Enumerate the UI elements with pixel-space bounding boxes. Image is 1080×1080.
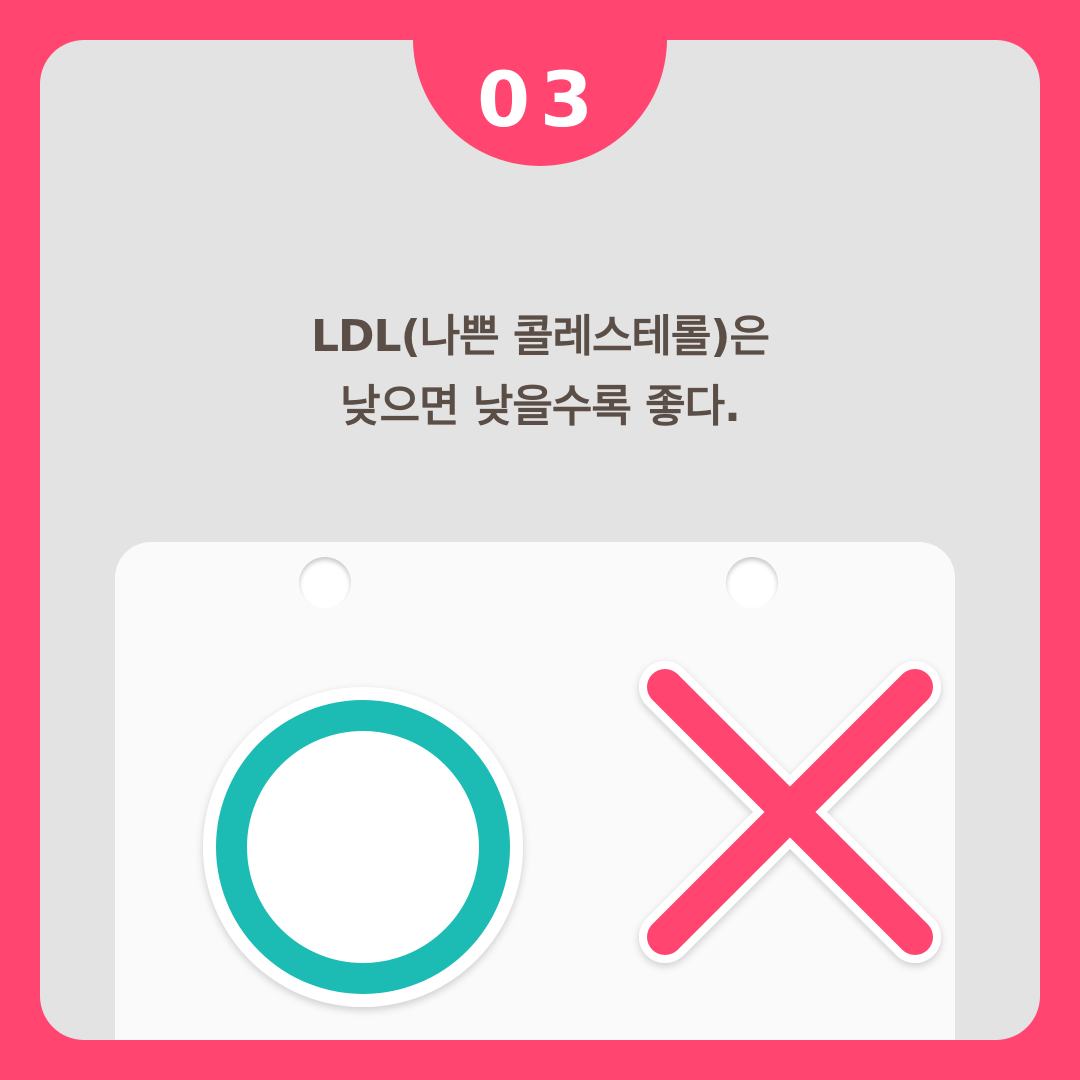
content-panel: 03 LDL(나쁜 콜레스테롤)은 낮으면 낮을수록 좋다. [40,40,1040,1040]
ox-marks [203,661,941,1007]
circle-o-icon [203,687,523,1007]
x-mark-icon [639,661,941,963]
pink-frame: 03 LDL(나쁜 콜레스테롤)은 낮으면 낮을수록 좋다. [0,0,1080,1080]
calendar-card [115,542,955,1040]
headline: LDL(나쁜 콜레스테롤)은 낮으면 낮을수록 좋다. [40,302,1040,442]
badge-number: 03 [477,55,603,144]
headline-line-1: LDL(나쁜 콜레스테롤)은 [311,311,770,362]
number-badge: 03 [413,40,667,166]
headline-line-2: 낮으면 낮을수록 좋다. [340,381,741,432]
